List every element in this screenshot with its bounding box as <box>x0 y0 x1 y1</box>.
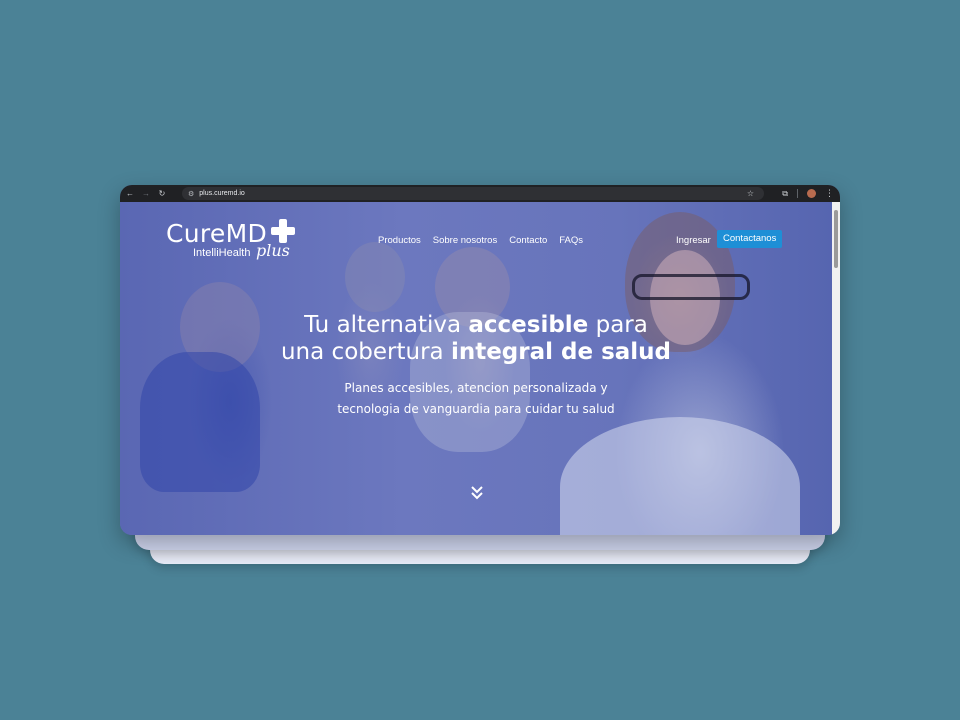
contact-button[interactable]: Contactanos <box>717 230 783 248</box>
chevron-double-down-icon[interactable] <box>470 485 484 501</box>
extensions-icon[interactable]: ⧉ <box>782 189 788 199</box>
nav-sobre-nosotros[interactable]: Sobre nosotros <box>433 235 497 246</box>
kebab-menu-icon[interactable]: ⋮ <box>825 188 834 199</box>
scrollbar[interactable] <box>832 202 840 535</box>
main-nav: Productos Sobre nosotros Contacto FAQs <box>378 235 583 246</box>
site-settings-icon[interactable]: ⚙ <box>188 190 194 198</box>
bookmark-star-icon[interactable]: ☆ <box>747 189 754 198</box>
nav-productos[interactable]: Productos <box>378 235 421 246</box>
page-viewport: CureMD IntelliHealth plus Productos Sobr… <box>120 202 832 535</box>
hero-title-bold: integral de salud <box>450 339 672 365</box>
browser-window: ← → ↻ ⚙ plus.curemd.io ☆ ⧉ ⋮ CureMD Inte… <box>120 185 840 535</box>
doctor-coat <box>560 417 800 535</box>
hero-title-text: para <box>588 312 648 338</box>
browser-toolbar: ← → ↻ ⚙ plus.curemd.io ☆ ⧉ ⋮ <box>120 185 840 202</box>
login-link[interactable]: Ingresar <box>676 235 711 246</box>
address-bar[interactable]: ⚙ plus.curemd.io ☆ <box>182 187 764 200</box>
profile-avatar[interactable] <box>807 189 816 198</box>
reload-icon[interactable]: ↻ <box>156 189 168 198</box>
nav-contacto[interactable]: Contacto <box>509 235 547 246</box>
logo-plus: plus <box>256 241 290 260</box>
back-arrow-icon[interactable]: ← <box>124 189 136 198</box>
curemd-logo[interactable]: CureMD IntelliHealth plus <box>166 219 295 260</box>
logo-brand: CureMD <box>166 219 268 248</box>
forward-arrow-icon[interactable]: → <box>140 189 152 198</box>
hero-title-text: Tu alternativa <box>304 312 469 338</box>
nav-faqs[interactable]: FAQs <box>559 235 583 246</box>
hero-section: Tu alternativa accesible para una cobert… <box>120 312 832 420</box>
doctor-glasses <box>632 274 750 300</box>
hero-title: Tu alternativa accesible para una cobert… <box>120 312 832 366</box>
url-text: plus.curemd.io <box>199 190 245 197</box>
scrollbar-thumb[interactable] <box>834 210 838 268</box>
logo-subtitle: IntelliHealth <box>193 247 251 259</box>
site-header: CureMD IntelliHealth plus Productos Sobr… <box>120 202 832 262</box>
hero-subtitle-line: Planes accesibles, atencion personalizad… <box>344 381 608 395</box>
toolbar-divider <box>797 189 798 198</box>
hero-subtitle: Planes accesibles, atencion personalizad… <box>120 378 832 420</box>
hero-title-bold: accesible <box>468 312 589 338</box>
hero-title-text: una cobertura <box>280 339 451 365</box>
hero-subtitle-line: tecnologia de vanguardia para cuidar tu … <box>337 402 615 416</box>
medical-cross-icon <box>271 219 295 243</box>
